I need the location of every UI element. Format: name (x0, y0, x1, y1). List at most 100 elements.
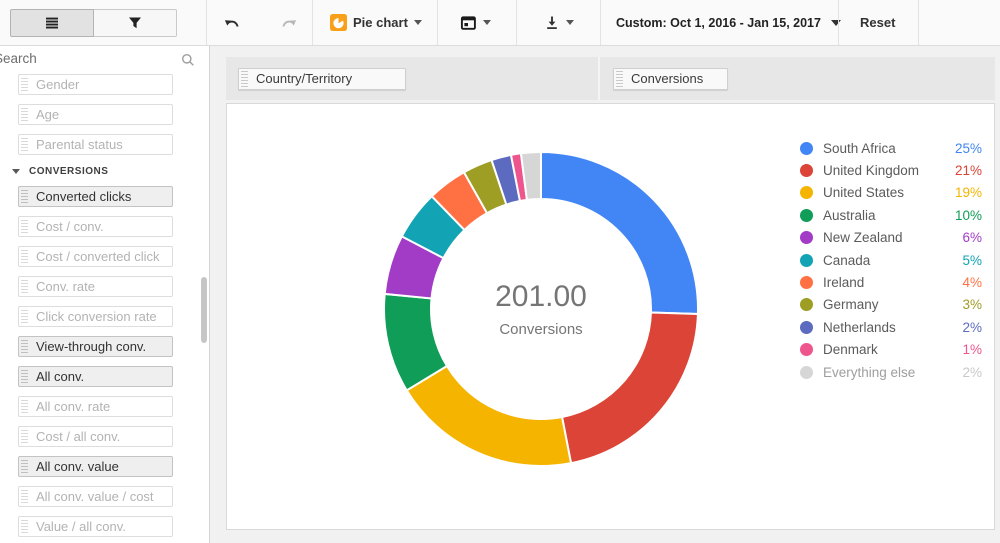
toolbar-separator (437, 0, 438, 45)
main-area: Country/Territory Conversions 201.00 Con… (210, 46, 1000, 543)
section-header-label: CONVERSIONS (29, 166, 108, 177)
sidebar-item[interactable]: Cost / all conv. (18, 426, 173, 447)
legend-dot-icon (800, 164, 813, 177)
pie-chart-icon (330, 14, 347, 31)
legend-label: South Africa (823, 141, 948, 156)
chart-panel: 201.00 Conversions South Africa25%United… (226, 103, 995, 530)
sidebar-item[interactable]: Click conversion rate (18, 306, 173, 327)
chart-type-button[interactable]: Pie chart (322, 8, 430, 37)
sidebar-item-label: Cost / conv. (36, 219, 104, 234)
collapse-triangle-icon (12, 169, 20, 174)
legend-percent: 2% (948, 320, 982, 335)
pie-slice[interactable] (541, 152, 698, 314)
legend-dot-icon (800, 186, 813, 199)
donut-chart (381, 149, 701, 469)
sidebar-item[interactable]: All conv. (18, 366, 173, 387)
undo-icon (224, 15, 241, 30)
legend-item[interactable]: New Zealand6% (800, 227, 982, 249)
search-input[interactable]: Search (0, 51, 37, 66)
legend-item[interactable]: Germany3% (800, 294, 982, 316)
sidebar-item-label: Parental status (36, 137, 123, 152)
sidebar-item-label: Conv. rate (36, 279, 95, 294)
toolbar-separator (918, 0, 919, 45)
sidebar-item[interactable]: Parental status (18, 134, 173, 155)
undo-button[interactable] (212, 8, 252, 37)
sidebar-item[interactable]: Gender (18, 74, 173, 95)
legend-percent: 2% (948, 365, 982, 380)
zone-divider (598, 57, 600, 100)
sidebar-item[interactable]: Cost / converted click (18, 246, 173, 267)
legend-item[interactable]: Netherlands2% (800, 316, 982, 338)
sidebar-item-label: All conv. (36, 369, 84, 384)
download-icon (544, 15, 560, 31)
sidebar-item[interactable]: Age (18, 104, 173, 125)
sidebar-item[interactable]: Conv. rate (18, 276, 173, 297)
sidebar-item-label: View-through conv. (36, 339, 146, 354)
legend-item[interactable]: United States19% (800, 182, 982, 204)
dropdown-caret (414, 20, 422, 25)
legend-item[interactable]: Canada5% (800, 249, 982, 271)
sidebar-item[interactable]: All conv. rate (18, 396, 173, 417)
search-icon (180, 52, 196, 68)
list-view-button[interactable] (10, 9, 94, 37)
sidebar-item[interactable]: All conv. value (18, 456, 173, 477)
pie-slice[interactable] (562, 313, 698, 464)
drag-grip-icon (21, 250, 28, 264)
legend-item[interactable]: South Africa25% (800, 137, 982, 159)
sidebar-item-label: All conv. rate (36, 399, 110, 414)
legend-label: Ireland (823, 275, 948, 290)
legend-label: United Kingdom (823, 163, 948, 178)
filter-button[interactable] (93, 9, 177, 37)
metric-chip[interactable]: Conversions (613, 68, 728, 90)
sidebar-item-label: Click conversion rate (36, 309, 157, 324)
legend-item[interactable]: Australia10% (800, 204, 982, 226)
pie-slice[interactable] (407, 366, 571, 466)
legend-dot-icon (800, 298, 813, 311)
dimension-chip[interactable]: Country/Territory (238, 68, 406, 90)
drag-grip-icon (21, 340, 28, 354)
reset-button[interactable]: Reset (852, 8, 903, 37)
legend-percent: 19% (948, 185, 982, 200)
drag-grip-icon (21, 400, 28, 414)
sidebar-section-header[interactable]: CONVERSIONS (12, 164, 209, 178)
sidebar-list: Gender Age Parental status CONVERSIONS Conve… (0, 72, 209, 543)
toolbar-separator (312, 0, 313, 45)
sidebar-item-label: All conv. value / cost (36, 489, 154, 504)
app-window: Pie chart Custom: Oct 1, 2016 - Jan 15, (0, 0, 1000, 543)
legend-item[interactable]: Everything else2% (800, 361, 982, 383)
legend-percent: 10% (948, 208, 982, 223)
download-button[interactable] (536, 8, 582, 37)
drag-grip-icon (21, 280, 28, 294)
calendar-button[interactable] (452, 8, 499, 37)
sidebar-item[interactable]: All conv. value / cost (18, 486, 173, 507)
date-range-button[interactable]: Custom: Oct 1, 2016 - Jan 15, 2017 (608, 8, 849, 37)
filter-icon (127, 15, 143, 31)
sidebar-item[interactable]: Converted clicks (18, 186, 173, 207)
drag-grip-icon (21, 108, 28, 122)
sidebar-item-label: All conv. value (36, 459, 119, 474)
legend-percent: 4% (948, 275, 982, 290)
search-field[interactable]: Search (0, 46, 209, 72)
redo-icon (280, 15, 297, 30)
sidebar-item-label: Value / all conv. (36, 519, 126, 534)
sidebar-item-label: Gender (36, 77, 79, 92)
redo-button[interactable] (268, 8, 308, 37)
sidebar-item[interactable]: Cost / conv. (18, 216, 173, 237)
sidebar-item[interactable]: View-through conv. (18, 336, 173, 357)
drag-grip-icon (21, 460, 28, 474)
sidebar-scrollbar-thumb[interactable] (201, 277, 207, 343)
legend-label: Everything else (823, 365, 948, 380)
toolbar-separator (516, 0, 517, 45)
sidebar-item-label: Cost / converted click (36, 249, 160, 264)
legend-item[interactable]: Denmark1% (800, 339, 982, 361)
legend-item[interactable]: United Kingdom21% (800, 159, 982, 181)
legend-dot-icon (800, 231, 813, 244)
legend-dot-icon (800, 276, 813, 289)
toolbar-separator (206, 0, 207, 45)
legend-dot-icon (800, 142, 813, 155)
legend-item[interactable]: Ireland4% (800, 271, 982, 293)
drag-grip-icon (241, 71, 248, 87)
drag-grip-icon (21, 138, 28, 152)
sidebar-item-label: Cost / all conv. (36, 429, 120, 444)
sidebar-item[interactable]: Value / all conv. (18, 516, 173, 537)
